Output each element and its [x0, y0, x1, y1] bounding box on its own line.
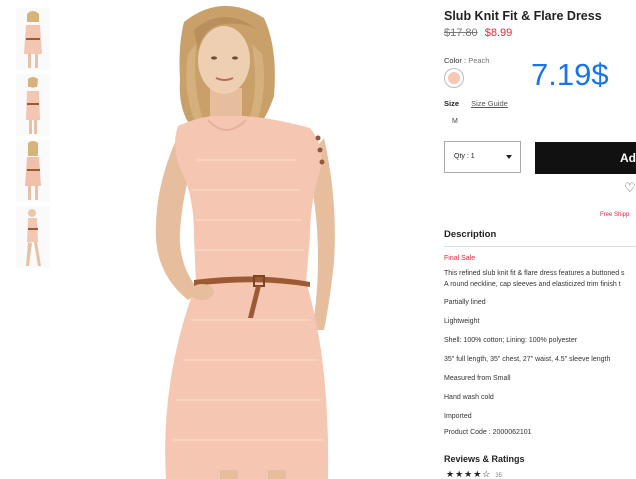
detail-item: Imported — [444, 413, 472, 420]
detail-item: Partially lined — [444, 299, 486, 306]
thumbnail-front[interactable] — [16, 8, 50, 70]
size-option-m[interactable]: M — [452, 118, 458, 125]
detail-item: Shell: 100% cotton; Lining: 100% polyest… — [444, 337, 578, 344]
quantity-value: Qty : 1 — [454, 153, 475, 160]
description-heading: Description — [444, 229, 497, 240]
size-row: Size Size Guide — [444, 99, 508, 108]
sale-price: $8.99 — [484, 27, 513, 39]
thumbnail-back-image — [16, 140, 50, 202]
color-label-row: Color : Peach — [444, 56, 489, 65]
add-to-bag-button[interactable]: Ad — [535, 142, 636, 174]
star-rating[interactable]: ★★★★☆ 35 — [446, 469, 502, 479]
detail-item: Measured from Small — [444, 375, 511, 382]
size-label: Size — [444, 99, 460, 108]
free-shipping-note: Free Shipp — [600, 212, 630, 218]
final-sale-label: Final Sale — [444, 255, 476, 262]
product-code: Product Code : 2000062101 — [444, 429, 532, 436]
original-price: $17.80 — [444, 27, 478, 39]
price-row: $17.80 $8.99 — [444, 27, 512, 39]
detail-item: Lightweight — [444, 318, 480, 325]
product-title: Slub Knit Fit & Flare Dress — [444, 9, 602, 23]
thumbnail-back[interactable] — [16, 140, 50, 202]
thumbnail-detail-image — [16, 206, 50, 268]
description-text: This refined slub knit fit & flare dress… — [444, 268, 625, 290]
size-guide-link[interactable]: Size Guide — [471, 99, 508, 108]
stars-icon: ★★★★☆ — [446, 469, 492, 479]
review-count: 35 — [495, 473, 503, 479]
detail-item: 35" full length, 35" chest, 27" waist, 4… — [444, 356, 611, 363]
thumbnail-strip — [16, 8, 50, 272]
heart-icon[interactable]: ♡ — [624, 181, 636, 194]
quantity-select[interactable]: Qty : 1 — [444, 141, 521, 173]
reviews-heading: Reviews & Ratings — [444, 454, 525, 464]
model-in-dress-image — [96, 0, 358, 479]
color-label: Color : — [444, 56, 467, 65]
color-value: Peach — [468, 56, 490, 65]
thumbnail-side[interactable] — [16, 74, 50, 136]
thumbnail-front-image — [16, 8, 50, 70]
chevron-down-icon — [506, 155, 512, 159]
divider — [444, 246, 636, 247]
main-product-image[interactable] — [96, 0, 358, 479]
overlay-price-annotation: 7.19$ — [531, 57, 609, 92]
description-line: This refined slub knit fit & flare dress… — [444, 270, 625, 277]
thumbnail-detail[interactable] — [16, 206, 50, 268]
detail-item: Hand wash cold — [444, 394, 494, 401]
color-swatch-peach[interactable] — [444, 68, 464, 88]
thumbnail-side-image — [16, 74, 50, 136]
description-line: A round neckline, cap sleeves and elasti… — [444, 281, 621, 288]
